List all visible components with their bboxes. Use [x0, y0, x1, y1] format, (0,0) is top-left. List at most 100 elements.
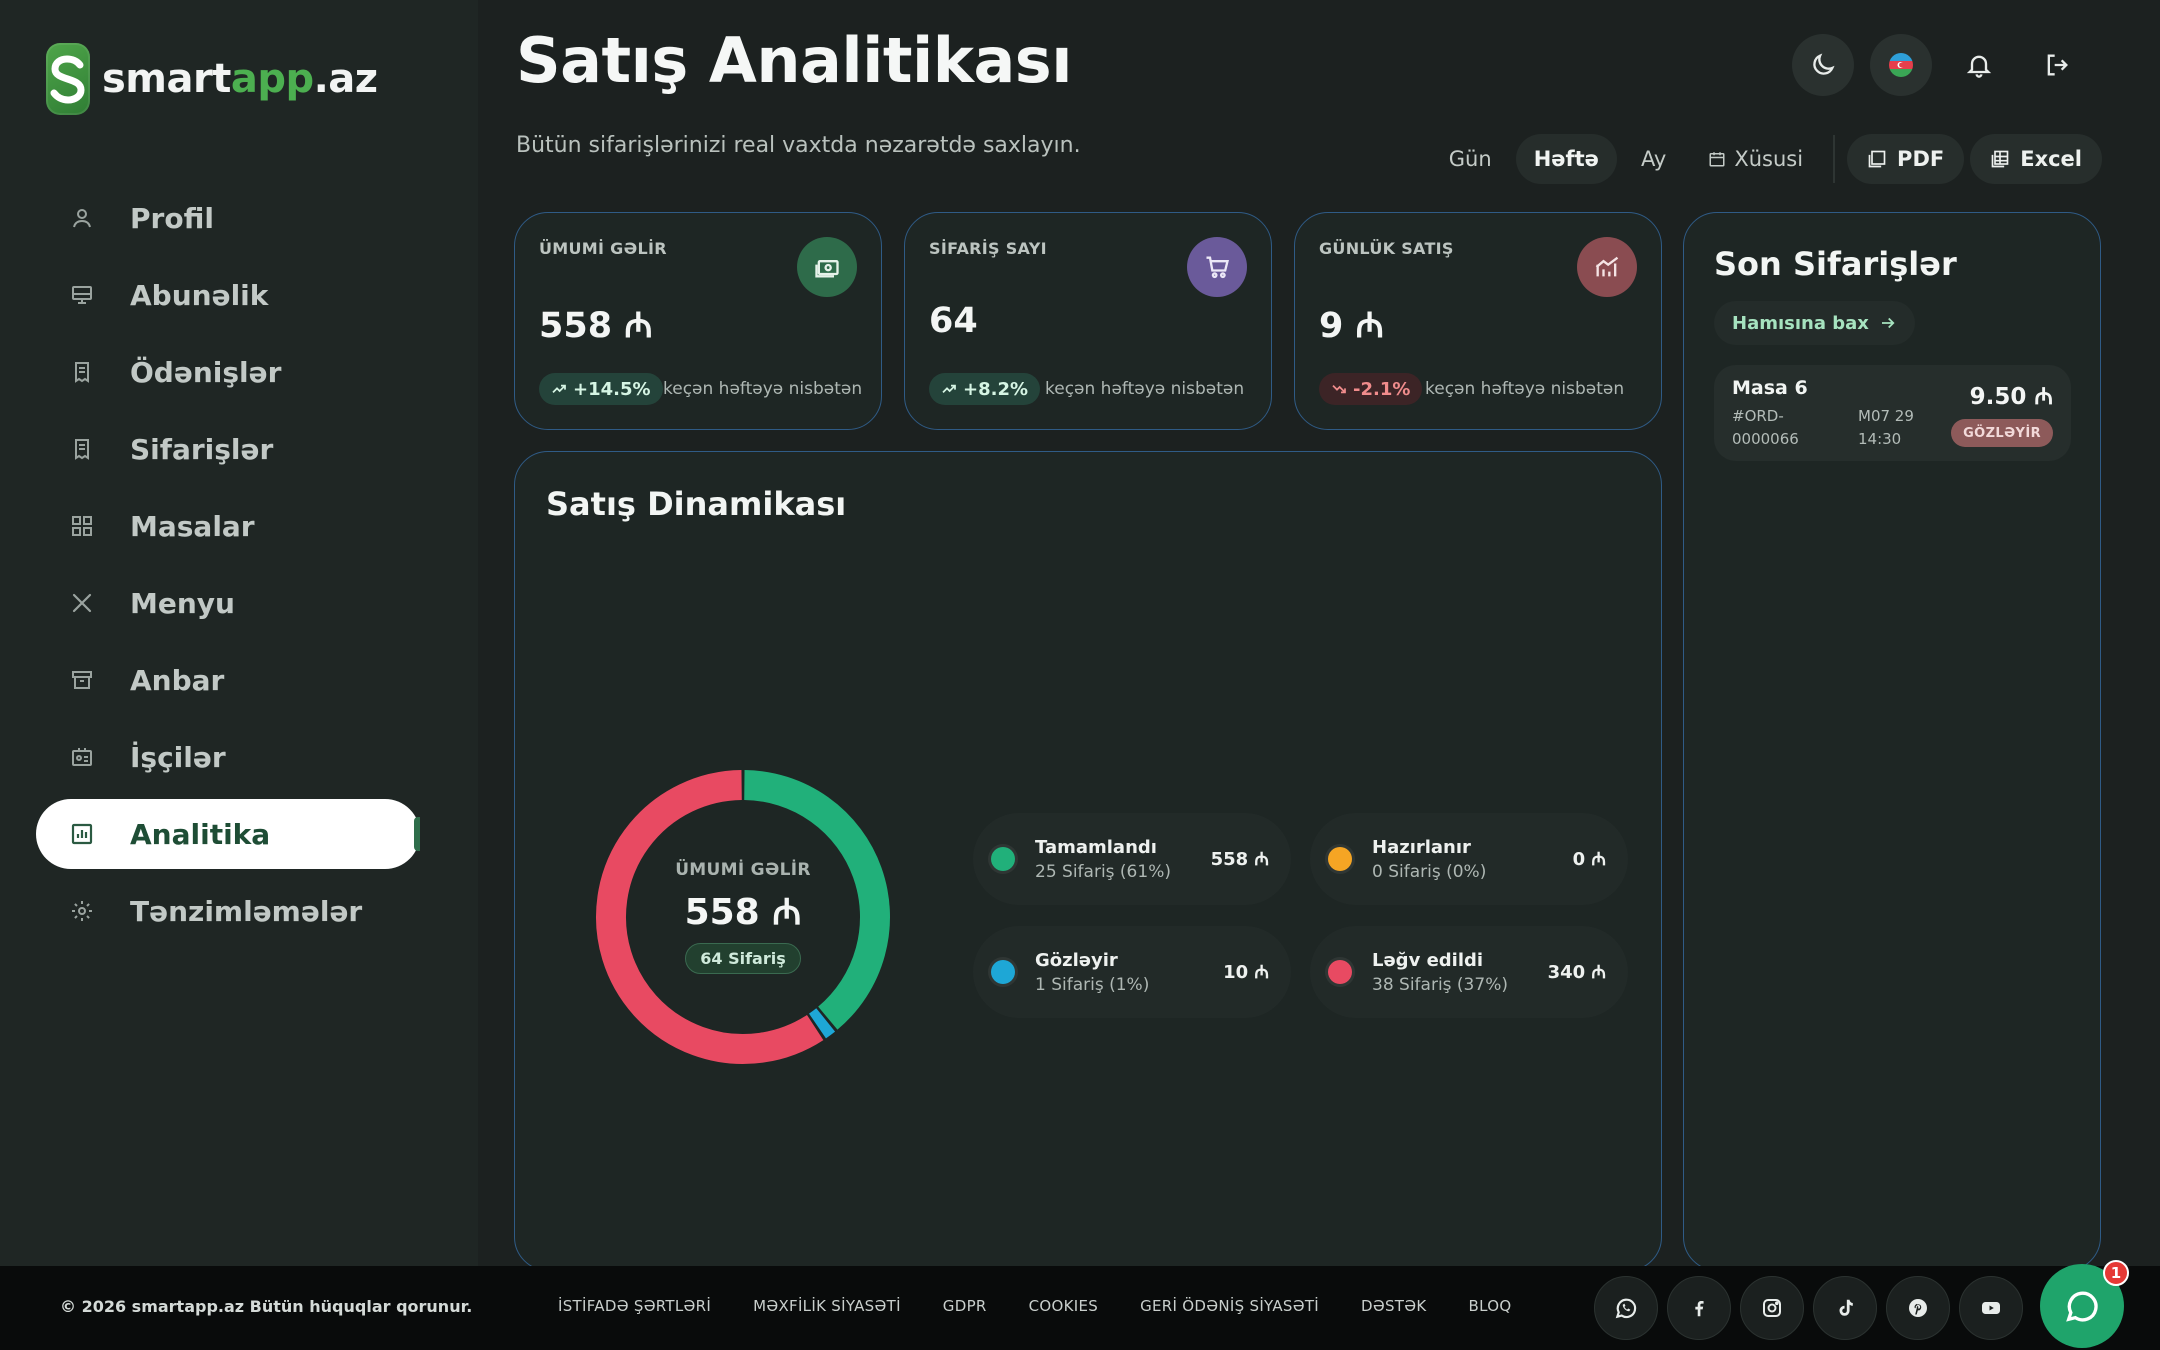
- footer-link-privacy[interactable]: MƏXFİLİK SİYASƏTİ: [753, 1297, 901, 1315]
- sidebar-item-label: Tənzimləmələr: [130, 894, 363, 928]
- logo[interactable]: smartapp.az: [46, 40, 378, 118]
- period-day-button[interactable]: Gün: [1431, 134, 1510, 184]
- top-actions: [1792, 34, 2088, 96]
- sidebar-item-profil[interactable]: Profil: [36, 183, 420, 253]
- export-pdf-button[interactable]: PDF: [1847, 134, 1965, 184]
- page-subtitle: Bütün sifarişlərinizi real vaxtda nəzarə…: [516, 133, 1081, 158]
- pdf-icon: [1868, 150, 1886, 168]
- gear-icon: [68, 897, 96, 925]
- legend-item-cancelled: Ləğv edildi 38 Sifariş (37%) 340 ₼: [1310, 926, 1628, 1018]
- stat-card-daily-sales: GÜNLÜK SATIŞ 9 ₼ -2.1% keçən həftəyə nis…: [1294, 212, 1662, 430]
- period-week-button[interactable]: Həftə: [1515, 134, 1617, 184]
- whatsapp-button[interactable]: [1594, 1276, 1658, 1340]
- legend-name: Ləğv edildi: [1372, 949, 1484, 971]
- export-excel-button[interactable]: Excel: [1970, 134, 2102, 184]
- chart-icon: [68, 820, 96, 848]
- recent-orders-title: Son Sifarişlər: [1714, 245, 1957, 283]
- pinterest-button[interactable]: [1886, 1276, 1950, 1340]
- trending-up-icon: [552, 384, 566, 393]
- legend-item-pending: Gözləyir 1 Sifariş (1%) 10 ₼: [973, 926, 1291, 1018]
- order-item[interactable]: Masa 6 #ORD-0000066 M07 29 14:30 9.50 ₼ …: [1714, 365, 2071, 461]
- order-id: #ORD-0000066: [1732, 407, 1799, 448]
- stat-note: keçən həftəyə nisbətən: [1425, 379, 1625, 399]
- sidebar-item-sifarisler[interactable]: Sifarişlər: [36, 414, 420, 484]
- whatsapp-icon: [1615, 1298, 1637, 1319]
- donut-center: ÜMUMİ GƏLİR 558 ₼ 64 Sifariş: [591, 765, 895, 1069]
- sidebar-item-abunelik[interactable]: Abunəlik: [36, 260, 420, 330]
- pinterest-icon: [1909, 1299, 1927, 1317]
- footer-links: İSTİFADƏ ŞƏRTLƏRİ MƏXFİLİK SİYASƏTİ GDPR…: [558, 1297, 1511, 1315]
- legend-sub: 38 Sifariş (37%): [1372, 974, 1508, 995]
- export-pdf-label: PDF: [1897, 147, 1945, 171]
- order-status-badge: GÖZLƏYİR: [1951, 419, 2053, 447]
- stat-label: GÜNLÜK SATIŞ: [1319, 239, 1454, 258]
- archive-icon: [68, 666, 96, 694]
- logout-button[interactable]: [2026, 34, 2088, 96]
- stat-card-total-revenue: ÜMUMİ GƏLİR 558 ₼ +14.5% keçən həftəyə n…: [514, 212, 882, 430]
- trend-badge: -2.1%: [1319, 373, 1423, 405]
- footer-link-gdpr[interactable]: GDPR: [943, 1297, 987, 1315]
- youtube-icon: [1982, 1302, 2000, 1314]
- stat-value: 558 ₼: [539, 306, 653, 346]
- logo-text: smartapp.az: [102, 56, 378, 102]
- period-custom-label: Xüsusi: [1734, 147, 1804, 171]
- donut-chart: ÜMUMİ GƏLİR 558 ₼ 64 Sifariş: [591, 765, 895, 1069]
- legend-amount: 10 ₼: [1223, 962, 1269, 983]
- instagram-icon: [1763, 1299, 1781, 1317]
- stat-note: keçən həftəyə nisbətən: [663, 379, 863, 399]
- receipt-icon: [68, 358, 96, 386]
- view-all-button[interactable]: Hamısına bax: [1714, 301, 1915, 345]
- tiktok-button[interactable]: [1813, 1276, 1877, 1340]
- trend-badge: +14.5%: [539, 373, 663, 405]
- chart-title: Satış Dinamikası: [546, 485, 847, 523]
- theme-toggle-button[interactable]: [1792, 34, 1854, 96]
- legend-dot: [991, 847, 1015, 871]
- arrow-right-icon: [1881, 317, 1895, 329]
- legend-sub: 25 Sifariş (61%): [1035, 861, 1171, 882]
- legend-amount: 340 ₼: [1547, 962, 1606, 983]
- sales-dynamics-card: Satış Dinamikası ÜMUMİ GƏLİR 558 ₼ 64 Si…: [514, 451, 1662, 1271]
- sidebar-item-analitika[interactable]: Analitika: [36, 799, 420, 869]
- facebook-button[interactable]: [1667, 1276, 1731, 1340]
- footer-link-cookies[interactable]: COOKIES: [1029, 1297, 1098, 1315]
- legend-name: Gözləyir: [1035, 949, 1118, 971]
- youtube-button[interactable]: [1959, 1276, 2023, 1340]
- sidebar-item-masalar[interactable]: Masalar: [36, 491, 420, 561]
- order-time: M07 29 14:30: [1858, 407, 1914, 448]
- period-month-button[interactable]: Ay: [1623, 134, 1684, 184]
- tiktok-icon: [1839, 1299, 1853, 1316]
- period-week-label: Həftə: [1533, 147, 1599, 171]
- sidebar-item-odenisler[interactable]: Ödənişlər: [36, 337, 420, 407]
- footer-link-support[interactable]: DƏSTƏK: [1361, 1297, 1426, 1315]
- legend-sub: 1 Sifariş (1%): [1035, 974, 1150, 995]
- period-month-label: Ay: [1640, 147, 1667, 171]
- stat-card-order-count: SİFARİŞ SAYI 64 +8.2% keçən həftəyə nisb…: [904, 212, 1272, 430]
- legend-name: Tamamlandı: [1035, 836, 1157, 858]
- sidebar-item-anbar[interactable]: Anbar: [36, 645, 420, 715]
- legend-sub: 0 Sifariş (0%): [1372, 861, 1487, 882]
- notifications-button[interactable]: [1948, 34, 2010, 96]
- social-links: [1594, 1276, 2023, 1340]
- sidebar-item-tenzimlemeler[interactable]: Tənzimləmələr: [36, 876, 420, 946]
- logo-badge-icon: [46, 43, 90, 115]
- instagram-button[interactable]: [1740, 1276, 1804, 1340]
- footer-link-blog[interactable]: BLOQ: [1469, 1297, 1512, 1315]
- chat-bubble-icon: [2066, 1291, 2098, 1322]
- logout-icon: [2047, 54, 2068, 76]
- donut-center-value: 558 ₼: [684, 892, 802, 933]
- footer-link-refund[interactable]: GERİ ÖDƏNİŞ SİYASƏTİ: [1140, 1297, 1319, 1315]
- sidebar-item-isciler[interactable]: İşçilər: [36, 722, 420, 792]
- sidebar-item-label: Anbar: [130, 663, 225, 697]
- sidebar-item-label: Sifarişlər: [130, 432, 274, 466]
- view-all-label: Hamısına bax: [1732, 312, 1869, 334]
- language-button[interactable]: [1870, 34, 1932, 96]
- money-icon: [797, 237, 857, 297]
- legend-item-completed: Tamamlandı 25 Sifariş (61%) 558 ₼: [973, 813, 1291, 905]
- bell-icon: [1966, 55, 1992, 78]
- utensils-icon: [68, 589, 96, 617]
- sidebar-item-label: Profil: [130, 201, 214, 235]
- footer-link-terms[interactable]: İSTİFADƏ ŞƏRTLƏRİ: [558, 1297, 711, 1315]
- period-custom-button[interactable]: Xüsusi: [1690, 134, 1821, 184]
- spreadsheet-icon: [1991, 150, 2009, 168]
- sidebar-item-menyu[interactable]: Menyu: [36, 568, 420, 638]
